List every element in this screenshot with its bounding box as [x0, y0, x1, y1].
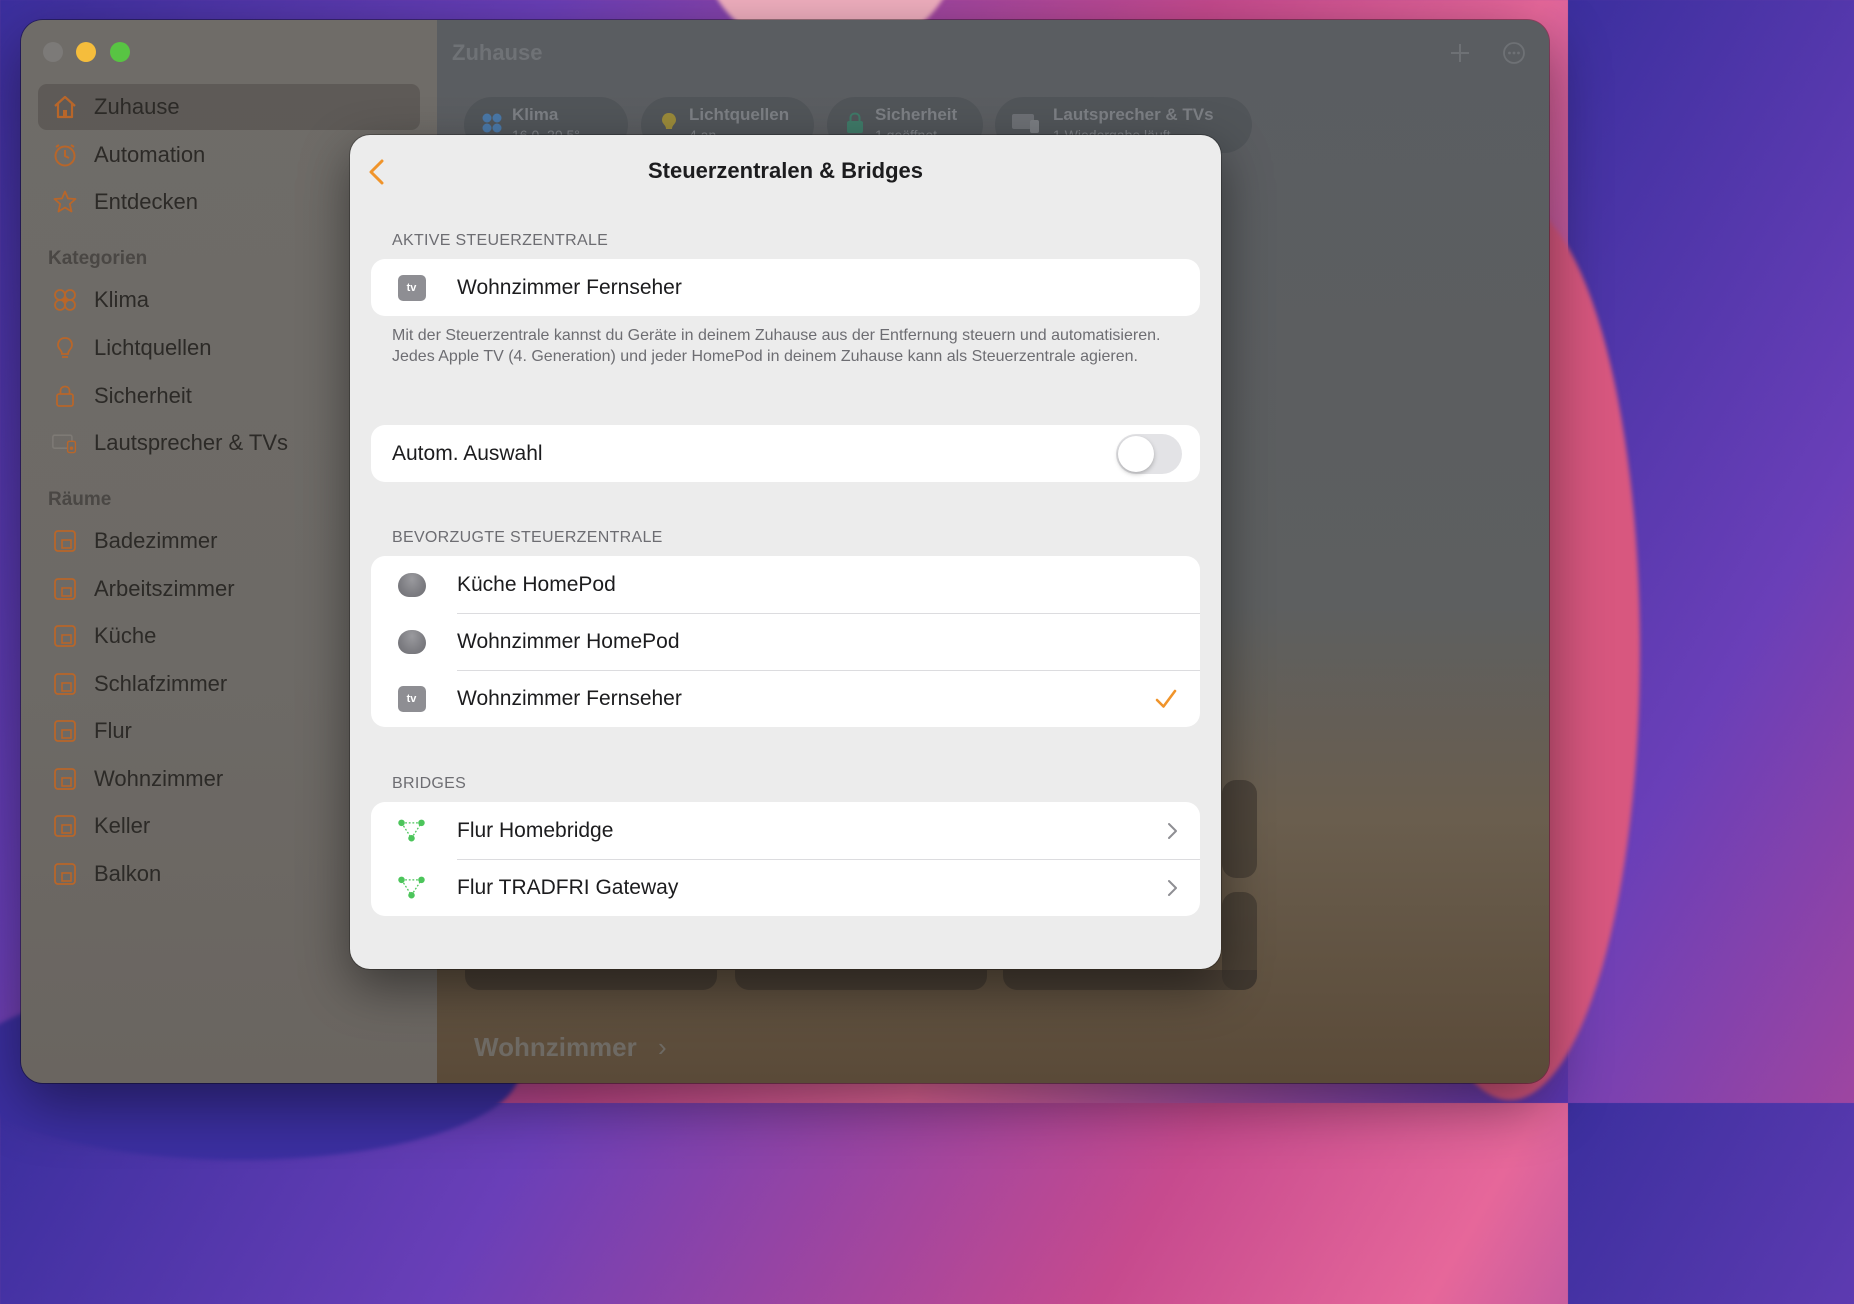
homepod-icon	[397, 627, 426, 656]
chip-label: Klima	[512, 105, 559, 124]
auto-select-toggle[interactable]	[1116, 433, 1182, 474]
more-icon[interactable]	[1501, 40, 1527, 66]
bridge-label: Flur TRADFRI Gateway	[457, 875, 679, 899]
categories-heading: Kategorien	[48, 248, 148, 269]
lock-icon	[52, 383, 78, 409]
room-icon	[52, 671, 78, 697]
preferred-hub-heading: BEVORZUGTE STEUERZENTRALE	[392, 529, 663, 546]
chip-label: Lichtquellen	[689, 105, 790, 124]
accessory-tile	[1003, 970, 1257, 990]
sidebar-item-label: Lichtquellen	[94, 335, 212, 360]
active-hub-name: Wohnzimmer Fernseher	[457, 275, 682, 299]
bridges-card: Flur Homebridge Flur TRADFRI Gateway	[371, 802, 1200, 916]
sidebar-item-label: Flur	[94, 718, 132, 743]
sidebar-item-label: Keller	[94, 813, 151, 838]
chevron-right-icon	[1168, 879, 1177, 896]
preferred-hub-option[interactable]: Küche HomePod	[371, 556, 1200, 613]
active-hub-card: tv Wohnzimmer Fernseher	[371, 259, 1200, 316]
appletv-icon: tv	[397, 273, 426, 302]
sidebar-item-label: Klima	[94, 287, 150, 312]
sidebar-item-label: Automation	[94, 142, 206, 167]
bridge-icon	[397, 816, 426, 845]
bridge-row[interactable]: Flur Homebridge	[371, 802, 1200, 859]
sidebar-item-label: Lautsprecher & TVs	[94, 430, 289, 455]
tv-badge-label: tv	[406, 281, 417, 294]
sidebar-item-label: Balkon	[94, 861, 162, 886]
sheet-title: Steuerzentralen & Bridges	[647, 158, 924, 183]
chip-label: Sicherheit	[875, 105, 958, 124]
accessory-tile	[1222, 780, 1257, 878]
homepod-icon	[397, 570, 426, 599]
star-icon	[52, 189, 78, 215]
sidebar-item-label: Sicherheit	[94, 383, 192, 408]
room-icon	[52, 576, 78, 602]
auto-select-card: Autom. Auswahl	[371, 425, 1200, 482]
add-icon[interactable]	[1447, 40, 1473, 66]
window-zoom-button[interactable]	[110, 42, 130, 62]
room-icon	[52, 813, 78, 839]
bridges-heading: BRIDGES	[392, 775, 467, 792]
window-close-button[interactable]	[43, 42, 63, 62]
bridge-row[interactable]: Flur TRADFRI Gateway	[371, 859, 1200, 916]
bulb-icon	[52, 335, 78, 361]
preferred-hub-option[interactable]: tv Wohnzimmer Fernseher	[371, 670, 1200, 727]
lock-icon	[843, 111, 867, 135]
fan-icon	[52, 287, 78, 313]
preferred-hub-label: Wohnzimmer Fernseher	[457, 686, 682, 710]
window-minimize-button[interactable]	[76, 42, 96, 62]
room-icon	[52, 766, 78, 792]
toggle-knob	[1118, 435, 1154, 472]
room-icon	[52, 528, 78, 554]
checkmark-icon	[1155, 689, 1177, 708]
accessory-tile	[465, 970, 717, 990]
accessory-tile	[735, 970, 987, 990]
auto-select-label: Autom. Auswahl	[392, 441, 543, 465]
bridge-icon	[397, 873, 426, 902]
sidebar-item-label: Entdecken	[94, 189, 198, 214]
bulb-icon	[657, 111, 681, 135]
sidebar-item-label: Arbeitszimmer	[94, 576, 235, 601]
page-title: Zuhause	[452, 40, 543, 65]
room-section-label: Wohnzimmer	[474, 1032, 637, 1062]
active-hub-heading: AKTIVE STEUERZENTRALE	[392, 232, 609, 249]
room-section-title[interactable]: Wohnzimmer ›	[474, 1032, 667, 1063]
preferred-hub-label: Wohnzimmer HomePod	[457, 629, 680, 653]
speaker-tv-icon	[52, 430, 78, 456]
room-icon	[52, 718, 78, 744]
active-hub-row: tv Wohnzimmer Fernseher	[371, 259, 1200, 316]
chevron-right-icon: ›	[658, 1032, 667, 1062]
clock-icon	[52, 142, 78, 168]
sidebar-item-label: Wohnzimmer	[94, 766, 224, 791]
sidebar-item-label: Küche	[94, 623, 157, 648]
hubs-bridges-sheet: Steuerzentralen & Bridges AKTIVE STEUERZ…	[350, 135, 1221, 969]
tv-badge-label: tv	[406, 692, 417, 705]
house-icon	[52, 94, 78, 120]
room-icon	[52, 861, 78, 887]
chevron-right-icon	[1168, 822, 1177, 839]
sidebar-item-label: Schlafzimmer	[94, 671, 228, 696]
speaker-tv-icon	[1011, 111, 1043, 135]
sidebar-item-zuhause[interactable]: Zuhause	[38, 84, 420, 130]
room-icon	[52, 623, 78, 649]
chip-label: Lautsprecher & TVs	[1053, 105, 1214, 124]
bridge-label: Flur Homebridge	[457, 818, 614, 842]
preferred-hub-card: Küche HomePod Wohnzimmer HomePod tv Wohn…	[371, 556, 1200, 727]
appletv-icon: tv	[397, 684, 426, 713]
fan-icon	[480, 111, 504, 135]
auto-select-row: Autom. Auswahl	[371, 425, 1200, 482]
sidebar-item-label: Zuhause	[94, 94, 180, 119]
sidebar-item-label: Badezimmer	[94, 528, 218, 553]
hub-footnote: Mit der Steuerzentrale kannst du Geräte …	[392, 327, 1161, 365]
preferred-hub-option[interactable]: Wohnzimmer HomePod	[371, 613, 1200, 670]
rooms-heading: Räume	[48, 489, 112, 510]
preferred-hub-label: Küche HomePod	[457, 572, 616, 596]
